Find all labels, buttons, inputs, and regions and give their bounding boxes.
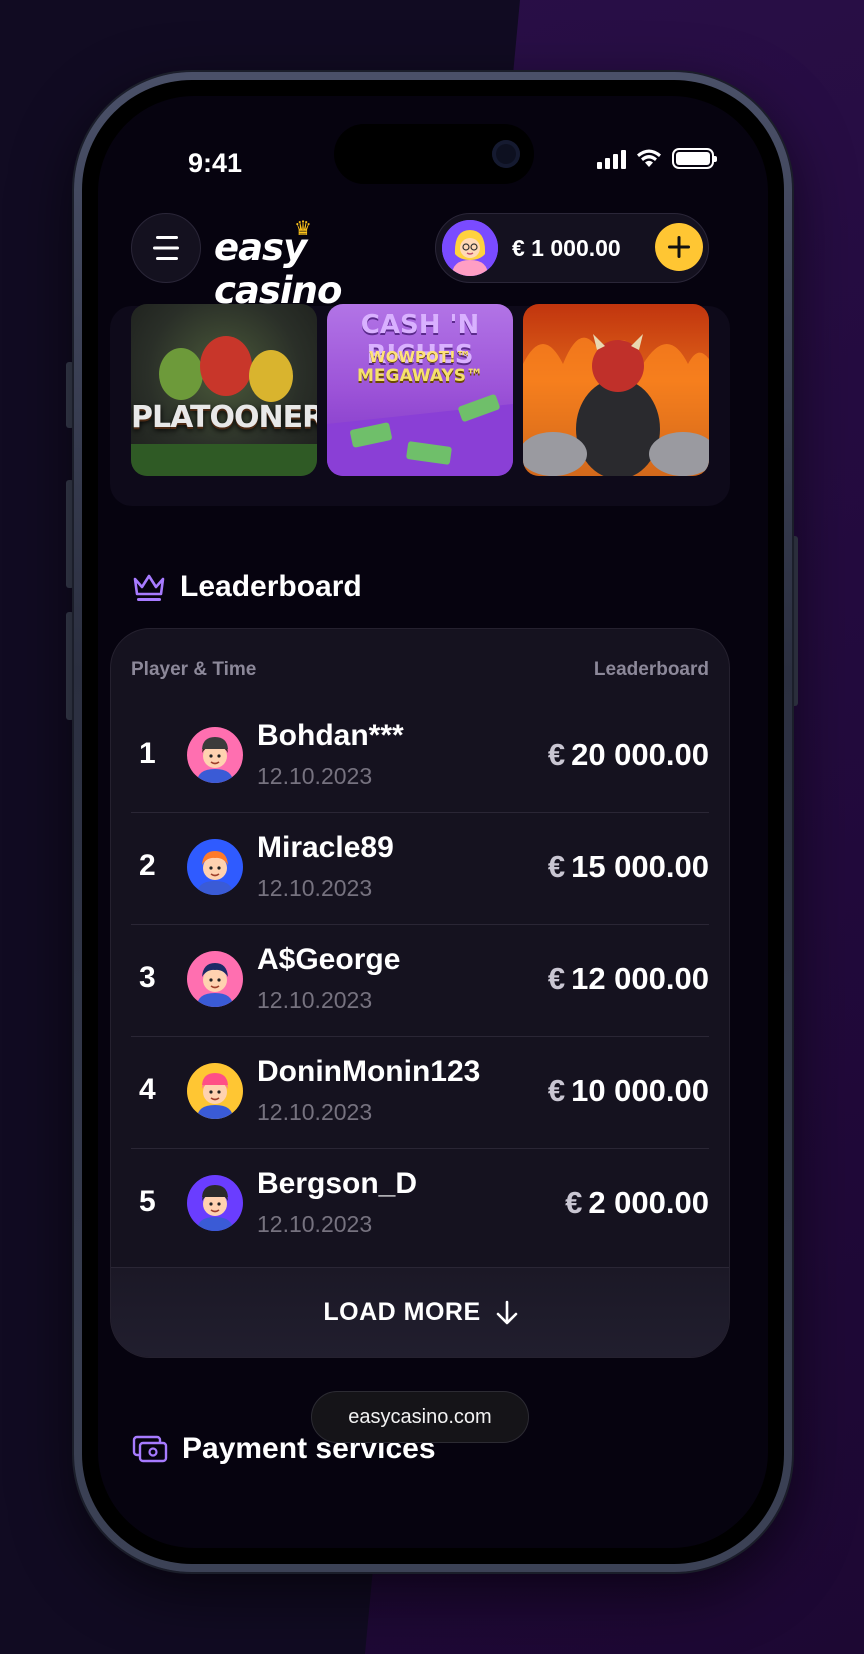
player-date: 12.10.2023 xyxy=(257,1211,373,1237)
rank-number: 1 xyxy=(139,737,156,770)
game-card-devil[interactable] xyxy=(523,304,709,476)
player-amount: €15 000.00 xyxy=(548,849,709,885)
player-amount: €10 000.00 xyxy=(548,1073,709,1109)
dynamic-island xyxy=(334,124,534,184)
currency-symbol: € xyxy=(547,849,566,884)
games-carousel: PLATOONERS CASH 'N RICHES WOWPOT!™ MEGAW… xyxy=(110,304,730,506)
payment-icon xyxy=(132,1435,168,1463)
column-header-player: Player & Time xyxy=(131,659,257,680)
player-name: Miracle89 xyxy=(257,831,394,864)
player-date: 12.10.2023 xyxy=(257,1099,373,1125)
amount-value: 2 000.00 xyxy=(588,1185,709,1220)
leaderboard-row[interactable]: 2 Miracle89 12.10.2023 €15 000.00 xyxy=(131,813,709,925)
arrow-down-icon xyxy=(496,1300,517,1324)
player-name: DoninMonin123 xyxy=(257,1055,481,1088)
amount-value: 10 000.00 xyxy=(571,1073,709,1108)
browser-url-bar[interactable]: easycasino.com xyxy=(311,1391,529,1443)
mute-switch xyxy=(66,362,74,428)
column-header-leaderboard: Leaderboard xyxy=(593,659,709,680)
currency-symbol: € xyxy=(547,961,566,996)
amount-value: 15 000.00 xyxy=(571,849,709,884)
wifi-icon xyxy=(637,149,661,167)
game-subtitle: MEGAWAYS™ xyxy=(357,366,483,386)
currency-symbol: € xyxy=(565,1185,583,1220)
phone-screen: 9:41 ♛ easy casino € 1 000.00 PLATOONER … xyxy=(98,96,768,1548)
player-name: Bergson_D xyxy=(257,1167,418,1200)
player-avatar xyxy=(187,839,243,895)
player-avatar xyxy=(187,1063,243,1119)
game-title: PLATOONERS xyxy=(131,400,317,435)
easycasino-logo[interactable]: ♛ easy casino xyxy=(210,216,400,312)
leaderboard-row[interactable]: 5 Bergson_D 12.10.2023 €2 000.00 xyxy=(131,1149,709,1261)
logo-text: easy casino xyxy=(214,226,342,312)
crown-icon xyxy=(133,574,165,601)
player-date: 12.10.2023 xyxy=(257,763,373,789)
player-avatar xyxy=(187,727,243,783)
rank-number: 2 xyxy=(139,849,156,882)
camera-icon xyxy=(492,140,520,168)
leaderboard-card: Player & Time Leaderboard 1 Bohdan*** 12… xyxy=(110,628,730,1358)
status-icons xyxy=(597,148,717,169)
hamburger-icon xyxy=(153,236,179,260)
leaderboard-row[interactable]: 4 DoninMonin123 12.10.2023 €10 000.00 xyxy=(131,1037,709,1149)
player-amount: €2 000.00 xyxy=(565,1185,709,1221)
load-more-button[interactable]: LOAD MORE xyxy=(111,1267,729,1357)
signal-icon xyxy=(597,149,626,169)
player-avatar xyxy=(187,951,243,1007)
phone-frame: 9:41 ♛ easy casino € 1 000.00 PLATOONER … xyxy=(74,72,792,1572)
phone-bezel: 9:41 ♛ easy casino € 1 000.00 PLATOONER … xyxy=(82,80,784,1564)
rank-number: 5 xyxy=(139,1185,156,1218)
volume-up-button xyxy=(66,480,74,588)
load-more-label: LOAD MORE xyxy=(323,1298,481,1326)
game-art xyxy=(131,336,317,476)
leaderboard-row[interactable]: 3 A$George 12.10.2023 €12 000.00 xyxy=(131,925,709,1037)
plus-icon xyxy=(668,236,690,258)
game-art xyxy=(523,334,709,476)
battery-icon xyxy=(672,148,717,169)
game-card-cash-n-riches[interactable]: CASH 'N RICHES WOWPOT!™ MEGAWAYS™ xyxy=(327,304,513,476)
currency-symbol: € xyxy=(547,1073,566,1108)
deposit-button[interactable] xyxy=(655,223,703,271)
status-time: 9:41 xyxy=(188,148,243,178)
player-amount: €12 000.00 xyxy=(548,961,709,997)
game-card-platooners[interactable]: PLATOONERS xyxy=(131,304,317,476)
menu-button[interactable] xyxy=(131,213,201,283)
leaderboard-row[interactable]: 1 Bohdan*** 12.10.2023 €20 000.00 xyxy=(131,701,709,813)
player-avatar xyxy=(187,1175,243,1231)
rank-number: 3 xyxy=(139,961,156,994)
balance-amount: € 1 000.00 xyxy=(512,235,621,261)
amount-value: 20 000.00 xyxy=(571,737,709,772)
player-date: 12.10.2023 xyxy=(257,987,373,1013)
volume-down-button xyxy=(66,612,74,720)
game-subtitle: WOWPOT!™ xyxy=(369,348,471,366)
user-avatar[interactable] xyxy=(442,220,498,276)
amount-value: 12 000.00 xyxy=(571,961,709,996)
leaderboard-heading: Leaderboard xyxy=(132,570,362,604)
player-date: 12.10.2023 xyxy=(257,875,373,901)
player-name: Bohdan*** xyxy=(257,719,404,752)
section-title: Leaderboard xyxy=(180,570,362,603)
player-name: A$George xyxy=(257,943,401,976)
currency-symbol: € xyxy=(547,737,566,772)
rank-number: 4 xyxy=(139,1073,156,1106)
player-amount: €20 000.00 xyxy=(548,737,709,773)
balance-pill[interactable]: € 1 000.00 xyxy=(435,213,709,283)
